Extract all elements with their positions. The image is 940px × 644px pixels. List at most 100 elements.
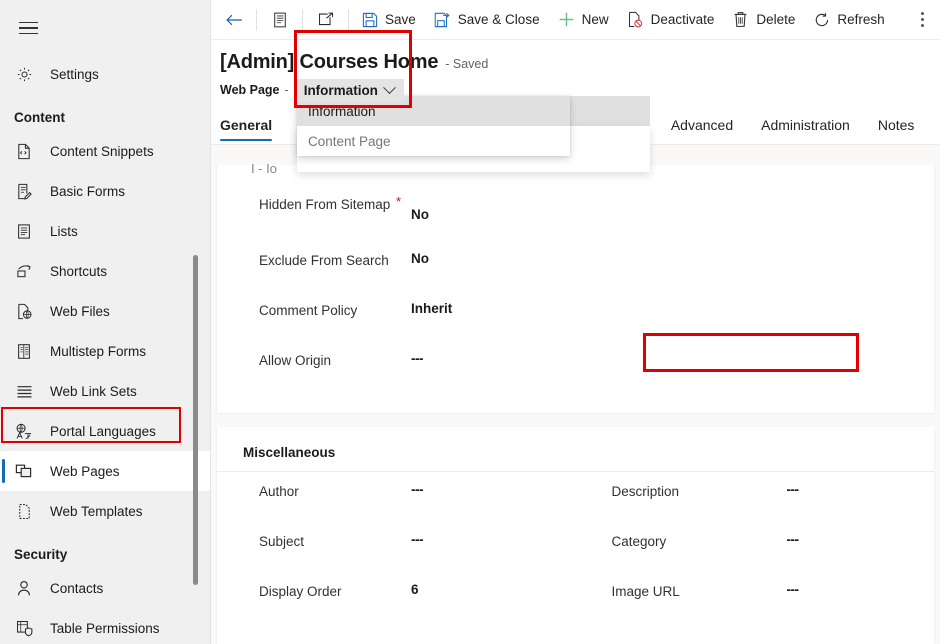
form-edit-icon [14, 181, 34, 201]
form-selector-menu: Information Content Page [297, 96, 570, 156]
tab-administration[interactable]: Administration [761, 117, 850, 144]
field-label: Subject [259, 530, 411, 552]
tab-advanced[interactable]: Advanced [671, 117, 733, 144]
command-separator [348, 9, 349, 31]
header-separator: - [285, 83, 289, 97]
field-exclude-from-search: Exclude From Search No [217, 249, 934, 299]
sidebar-scrollbar[interactable] [193, 255, 198, 585]
code-document-icon [14, 141, 34, 161]
kebab-more-icon[interactable] [915, 4, 930, 34]
person-icon [14, 578, 34, 598]
field-value[interactable]: --- [787, 530, 799, 547]
chevron-down-icon [383, 81, 396, 94]
sidebar-item-multistep-forms[interactable]: Multistep Forms [0, 331, 211, 371]
sidebar-item-label: Table Permissions [50, 621, 160, 636]
language-globe-icon [14, 421, 34, 441]
sidebar-item-label: Web Files [50, 304, 110, 319]
app-root: Settings Content Content Snippets Bas [0, 0, 940, 644]
refresh-button[interactable]: Refresh [804, 3, 893, 37]
sidebar-item-label: Contacts [50, 581, 103, 596]
field-label: Exclude From Search [259, 249, 411, 271]
delete-button[interactable]: Delete [723, 3, 804, 37]
field-allow-origin: Allow Origin --- [217, 349, 934, 399]
tab-notes[interactable]: Notes [878, 117, 915, 144]
new-button[interactable]: New [549, 3, 618, 37]
command-separator [256, 9, 257, 31]
field-value[interactable]: --- [411, 349, 423, 366]
field-label: Author [259, 480, 411, 502]
form-selector-label: Information [304, 83, 378, 98]
save-and-close-button[interactable]: Save & Close [425, 3, 549, 37]
general-column-left: Hidden From Sitemap * No Exclude From Se… [217, 165, 934, 413]
general-fields-card: Hidden From Sitemap * No Exclude From Se… [217, 165, 934, 413]
field-label: Image URL [612, 580, 787, 602]
field-value[interactable]: --- [787, 580, 799, 597]
deactivate-button[interactable]: Deactivate [618, 3, 724, 37]
misc-column-left: Author --- Subject --- Display Order 6 [217, 472, 576, 644]
sidebar-item-label: Shortcuts [50, 264, 107, 279]
field-label: Description [612, 480, 787, 502]
sidebar-item-label: Settings [50, 67, 99, 82]
sidebar-item-portal-languages[interactable]: Portal Languages [0, 411, 211, 451]
sidebar-item-content-snippets[interactable]: Content Snippets [0, 131, 211, 171]
sidebar-item-web-pages[interactable]: Web Pages [0, 451, 211, 491]
globe-document-icon [14, 301, 34, 321]
field-subject: Subject --- [217, 530, 576, 580]
sidebar-item-web-templates[interactable]: Web Templates [0, 491, 211, 531]
miscellaneous-grid: Author --- Subject --- Display Order 6 [217, 472, 934, 644]
hamburger-menu-icon[interactable] [6, 6, 50, 50]
sidebar-item-label: Multistep Forms [50, 344, 146, 359]
save-status: - Saved [445, 57, 488, 71]
field-value[interactable]: --- [787, 480, 799, 497]
sidebar-item-settings[interactable]: Settings [0, 54, 211, 94]
field-value[interactable]: Inherit [411, 299, 452, 316]
obscured-text: I - Io [251, 161, 277, 176]
sidebar-item-web-files[interactable]: Web Files [0, 291, 211, 331]
field-label: Comment Policy [259, 299, 411, 321]
sidebar: Settings Content Content Snippets Bas [0, 0, 211, 644]
sidebar-item-shortcuts[interactable]: Shortcuts [0, 251, 211, 291]
sidebar-item-lists[interactable]: Lists [0, 211, 211, 251]
table-shield-icon [14, 618, 34, 638]
back-button[interactable] [216, 3, 253, 37]
field-value[interactable]: No [411, 249, 429, 266]
multistep-form-icon [14, 341, 34, 361]
field-author: Author --- [217, 480, 576, 530]
shortcut-arrow-icon [14, 261, 34, 281]
save-and-close-label: Save & Close [458, 12, 540, 27]
gear-icon [14, 64, 34, 84]
field-value[interactable]: --- [411, 530, 423, 547]
trash-icon [732, 11, 749, 28]
command-separator [302, 9, 303, 31]
form-selector-dropdown[interactable]: Information [294, 79, 404, 102]
field-description: Description --- [576, 480, 935, 530]
list-icon [14, 221, 34, 241]
link-lines-icon [14, 381, 34, 401]
field-value[interactable]: 6 [411, 580, 419, 597]
save-button[interactable]: Save [352, 3, 425, 37]
main-content: Save Save & Close New [211, 0, 940, 644]
sidebar-group-security: Security [0, 531, 211, 568]
field-value[interactable]: No [411, 193, 429, 222]
field-display-order: Display Order 6 [217, 580, 576, 630]
sidebar-item-label: Web Pages [50, 464, 120, 479]
field-label: Display Order [259, 580, 411, 602]
sidebar-item-contacts[interactable]: Contacts [0, 568, 211, 608]
form-list-button[interactable] [260, 3, 299, 37]
delete-label: Delete [756, 12, 795, 27]
field-hidden-from-sitemap: Hidden From Sitemap * No [217, 193, 934, 249]
sidebar-item-basic-forms[interactable]: Basic Forms [0, 171, 211, 211]
pop-out-button[interactable] [306, 3, 345, 37]
miscellaneous-card: Miscellaneous Author --- Subject --- Dis… [217, 427, 934, 644]
save-and-close-icon [434, 11, 451, 28]
tab-general[interactable]: General [220, 117, 272, 144]
save-label: Save [385, 12, 416, 27]
field-image-url: Image URL --- [576, 580, 935, 630]
sidebar-item-web-link-sets[interactable]: Web Link Sets [0, 371, 211, 411]
deactivate-document-icon [627, 11, 644, 28]
menu-item-content-page[interactable]: Content Page [297, 126, 570, 156]
sidebar-item-table-permissions[interactable]: Table Permissions [0, 608, 211, 644]
field-value[interactable]: --- [411, 480, 423, 497]
field-label: Allow Origin [259, 349, 411, 371]
field-label: Category [612, 530, 787, 552]
